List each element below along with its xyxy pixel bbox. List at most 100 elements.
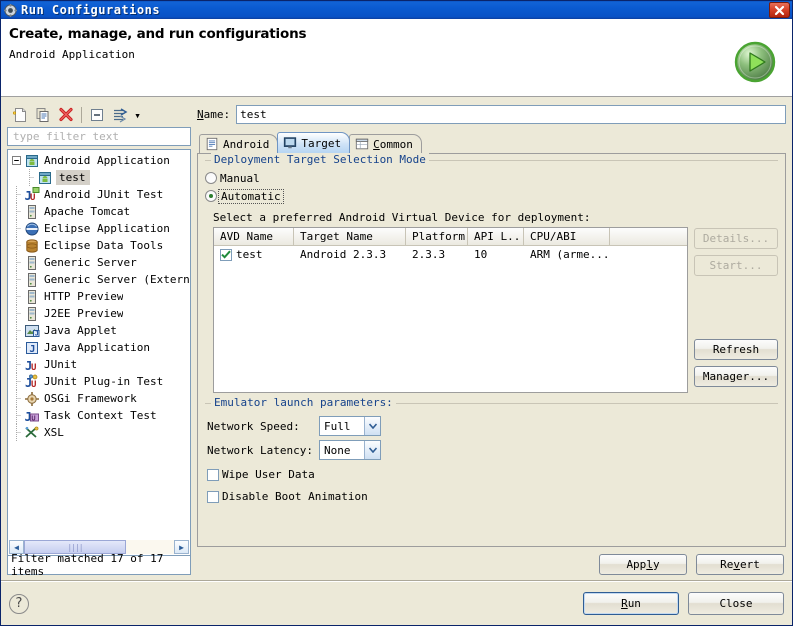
network-latency-row: Network Latency: None [207,438,778,462]
tree-item[interactable]: Generic Server [8,254,190,271]
tab-common[interactable]: Common [349,134,422,153]
network-speed-row: Network Speed: Full [207,414,778,438]
java-app-icon: J [24,340,40,356]
tree-item-label: Eclipse Data Tools [44,239,164,252]
tree-indent [11,271,22,288]
cpu-abi-cell: ARM (arme... [530,248,610,261]
server-icon [24,204,40,220]
server-icon [24,272,40,288]
tree-item[interactable]: J U Android JUnit Test [8,186,190,203]
revert-button-label: Revert [720,558,760,571]
close-icon[interactable] [769,2,790,18]
tree-item[interactable]: Eclipse Application [8,220,190,237]
avd-table-body: test Android 2.3.3 2.3.3 10 ARM (arme... [214,246,687,263]
tab-target[interactable]: Target [277,132,351,153]
chevron-down-icon[interactable] [364,417,380,435]
new-document-icon[interactable] [9,104,31,126]
network-latency-label: Network Latency: [207,443,313,457]
tree-item[interactable]: XSL [8,424,190,441]
tree-item-label: JUnit Plug-in Test [44,375,164,388]
refresh-button[interactable]: Refresh [694,339,778,360]
column-header[interactable]: Target Name [294,228,406,245]
database-icon [24,238,40,254]
tree-item[interactable]: test [8,169,190,186]
wipe-user-data-checkbox[interactable]: Wipe User Data [207,465,778,484]
target-tab-panel: Deployment Target Selection Mode Manual … [197,153,786,547]
svg-text:J: J [35,329,39,337]
column-header[interactable]: Platform [406,228,468,245]
avd-side-buttons: Details... Start... Refresh Manager... [694,227,778,393]
network-latency-select[interactable]: None [319,440,381,460]
tree-item[interactable]: Android Application [8,152,190,169]
toolbar-separator [81,107,82,123]
name-input[interactable] [236,104,786,124]
chevron-down-icon[interactable]: ▾ [132,104,143,126]
red-x-delete-icon[interactable] [55,104,77,126]
tree-item[interactable]: J Java Application [8,339,190,356]
tree-item[interactable]: OSGi Framework [8,390,190,407]
column-header[interactable]: API L... [468,228,524,245]
android-app-icon [37,170,53,186]
scrollbar-thumb[interactable]: |||| [24,540,126,554]
tree-item[interactable]: HTTP Preview [8,288,190,305]
eclipse-icon [24,221,40,237]
apply-button[interactable]: Apply [599,554,687,575]
chevron-down-icon[interactable] [364,441,380,459]
tree-item-label: Eclipse Application [44,222,170,235]
filter-icon[interactable] [109,104,131,126]
configuration-editor-panel: Name: Android Target Common Deployment Tar… [197,103,786,575]
tree-item[interactable]: J2EE Preview [8,305,190,322]
search-input-wrapper[interactable] [7,127,191,146]
tree-item-label: Java Application [44,341,150,354]
svg-text:U: U [31,363,36,373]
title-bar: Run Configurations [1,1,792,19]
column-header[interactable]: AVD Name [214,228,294,245]
name-row: Name: [197,103,786,125]
checkbox-indicator[interactable] [220,248,232,261]
svg-text:J: J [29,344,35,355]
tab-android[interactable]: Android [199,134,279,153]
radio-manual[interactable]: Manual [205,169,778,187]
run-button-label: Run [621,597,641,610]
collapse-all-icon[interactable] [86,104,108,126]
scrollbar-track[interactable]: |||| [24,540,174,554]
copy-icon[interactable] [32,104,54,126]
help-icon[interactable]: ? [9,593,29,614]
avd-table[interactable]: AVD Name Target Name Platform API L... CPU/A… [213,227,688,393]
run-button[interactable]: Run [583,592,679,615]
tree-horizontal-scrollbar[interactable]: ◀ |||| ▶ [7,539,191,556]
tree-item[interactable]: J Java Applet [8,322,190,339]
tab-label: Common [373,137,413,151]
tree-item-label: J2EE Preview [44,307,124,320]
checkbox-indicator [207,468,219,481]
tree-indent [11,203,22,220]
network-speed-select[interactable]: Full [319,416,381,436]
radio-automatic[interactable]: Automatic [205,187,778,205]
run-config-gear-icon [3,3,17,17]
configurations-panel: ▾ Android ApplicationtestJUAndroid JUnit… [7,103,191,578]
manager-button[interactable]: Manager... [694,366,778,387]
revert-button[interactable]: Revert [696,554,784,575]
close-button[interactable]: Close [688,592,784,615]
table-row[interactable]: test Android 2.3.3 2.3.3 10 ARM (arme... [214,246,687,263]
tree-item-label: HTTP Preview [44,290,124,303]
avd-name-cell: test [214,248,294,261]
deployment-group-label: Deployment Target Selection Mode [211,153,429,166]
scrollbar-grip: |||| [67,542,83,552]
android-junit-icon: JU [24,186,40,203]
tree-item[interactable]: J U Task Context Test [8,407,190,424]
dialog-footer: ? Run Close [1,581,792,625]
green-run-play-icon [732,39,778,85]
tree-item[interactable]: Apache Tomcat [8,203,190,220]
disable-boot-animation-checkbox[interactable]: Disable Boot Animation [207,487,778,506]
expand-collapse-icon[interactable] [11,155,22,166]
search-input[interactable] [11,129,187,144]
tree-item[interactable]: Eclipse Data Tools [8,237,190,254]
tree-item[interactable]: J U JUnit [8,356,190,373]
column-header[interactable]: CPU/ABI [524,228,610,245]
radio-automatic-label: Automatic [218,188,284,204]
tree-item[interactable]: J U JUnit Plug-in Test [8,373,190,390]
server-icon [24,289,40,305]
tree-item[interactable]: Generic Server (External [8,271,190,288]
configurations-tree[interactable]: Android Application test J U Android JUnit T… [7,149,191,539]
